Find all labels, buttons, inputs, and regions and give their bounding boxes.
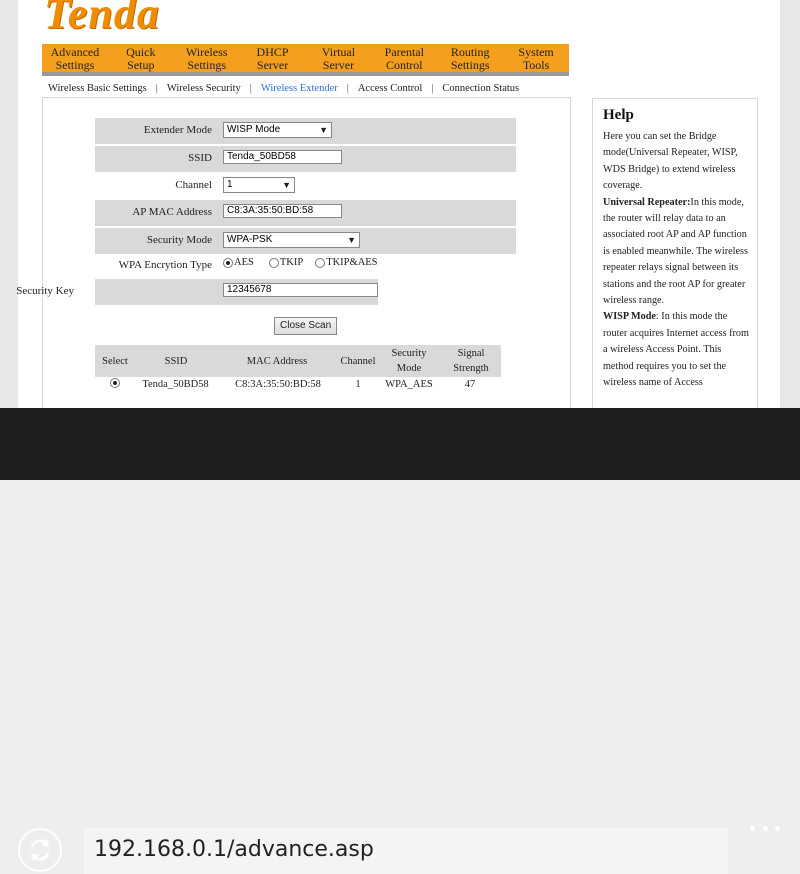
security-key-input[interactable]: 12345678 xyxy=(223,283,378,297)
help-panel: Help Here you can set the Bridge mode(Un… xyxy=(592,98,758,408)
chevron-down-icon: ▼ xyxy=(282,180,291,190)
radio-aes-label: AES xyxy=(234,257,254,268)
subnav-separator: | xyxy=(431,83,434,94)
cell-channel: 1 xyxy=(355,379,361,390)
sub-nav: Wireless Basic Settings | Wireless Securit… xyxy=(48,83,519,94)
subnav-separator: | xyxy=(346,83,349,94)
more-dot xyxy=(775,826,780,831)
extender-mode-select[interactable]: WISP Mode ▼ xyxy=(223,122,332,138)
url-field[interactable]: 192.168.0.1/advance.asp xyxy=(84,828,728,874)
ap-mac-input[interactable]: C8:3A:35:50:BD:58 xyxy=(223,204,342,218)
close-scan-button[interactable]: Close Scan xyxy=(274,317,338,335)
nav-quick-setup[interactable]: Quick Setup xyxy=(108,44,174,72)
ap-mac-row: AP MAC Address C8:3A:35:50:BD:58 xyxy=(95,200,516,226)
ssid-label: SSID xyxy=(188,152,212,164)
more-icon[interactable] xyxy=(750,826,780,838)
th-channel: Channel xyxy=(340,355,376,367)
security-mode-label: Security Mode xyxy=(146,234,212,246)
th-security-mode: Security Mode xyxy=(391,348,427,374)
ssid-input[interactable]: Tenda_50BD58 xyxy=(223,150,342,164)
more-dot xyxy=(750,826,755,831)
cell-mac: C8:3A:35:50:BD:58 xyxy=(235,379,321,390)
help-text: Here you can set the Bridge mode(Univers… xyxy=(603,129,751,392)
browser-page: Tenda Advanced Settings Quick Setup Wire… xyxy=(0,0,800,408)
channel-label: Channel xyxy=(175,179,212,191)
cell-security: WPA_AES xyxy=(385,379,433,390)
help-title: Help xyxy=(603,107,634,123)
tenda-logo: Tenda xyxy=(44,0,160,38)
nav-dhcp-server[interactable]: DHCP Server xyxy=(240,44,306,72)
radio-tkip[interactable] xyxy=(268,257,279,268)
radio-tkip-label: TKIP xyxy=(279,257,304,268)
nav-advanced-settings[interactable]: Advanced Settings xyxy=(42,44,108,72)
refresh-icon[interactable] xyxy=(18,828,62,872)
encryption-row: WPA Encrytion Type AES TKIP TKIP&AES xyxy=(95,253,516,279)
security-key-label: Security Key xyxy=(16,285,74,297)
channel-row: Channel 1 ▼ xyxy=(95,173,516,199)
row-select-radio[interactable] xyxy=(110,378,120,388)
help-repeater-text: In this mode, the router will relay data… xyxy=(603,196,748,307)
channel-select[interactable]: 1 ▼ xyxy=(223,177,295,193)
encryption-radio-group: AES TKIP TKIP&AES xyxy=(223,257,378,268)
security-key-row: Security Key 12345678 xyxy=(16,279,378,305)
th-mac: MAC Address xyxy=(246,355,308,367)
help-wisp-title: WISP Mode xyxy=(603,311,656,323)
url-text: 192.168.0.1/advance.asp xyxy=(94,837,374,862)
nav-wireless-settings[interactable]: Wireless Settings xyxy=(174,44,240,72)
nav-virtual-server[interactable]: Virtual Server xyxy=(306,44,372,72)
extender-mode-label: Extender Mode xyxy=(143,124,212,136)
cell-signal: 47 xyxy=(464,379,476,390)
security-mode-select[interactable]: WPA-PSK ▼ xyxy=(223,232,360,248)
security-mode-row: Security Mode WPA-PSK ▼ xyxy=(95,228,516,254)
radio-tkip-aes[interactable] xyxy=(315,257,326,268)
subnav-connection-status[interactable]: Connection Status xyxy=(442,83,519,94)
subnav-wireless-basic[interactable]: Wireless Basic Settings xyxy=(48,83,147,94)
help-repeater-title: Universal Repeater: xyxy=(603,196,691,208)
nav-system-tools[interactable]: System Tools xyxy=(503,44,569,72)
th-ssid: SSID xyxy=(164,355,188,367)
encryption-label: WPA Encrytion Type xyxy=(118,259,212,271)
help-intro: Here you can set the Bridge mode(Univers… xyxy=(603,131,738,192)
subnav-access-control[interactable]: Access Control xyxy=(358,83,422,94)
subnav-separator: | xyxy=(249,83,252,94)
chevron-down-icon: ▼ xyxy=(347,235,356,245)
radio-aes[interactable] xyxy=(223,257,233,268)
subnav-wireless-extender[interactable]: Wireless Extender xyxy=(261,83,338,94)
chevron-down-icon: ▼ xyxy=(319,125,328,135)
subnav-separator: | xyxy=(155,83,158,94)
radio-tkip-aes-label: TKIP&AES xyxy=(326,257,378,268)
extender-mode-row: Extender Mode WISP Mode ▼ xyxy=(95,118,516,144)
nav-routing-settings[interactable]: Routing Settings xyxy=(437,44,503,72)
ap-mac-label: AP MAC Address xyxy=(132,206,212,218)
browser-address-bar: 192.168.0.1/advance.asp xyxy=(0,408,800,874)
ssid-row: SSID Tenda_50BD58 xyxy=(95,146,516,172)
nav-parental-control[interactable]: Parental Control xyxy=(371,44,437,72)
th-signal: Signal Strength xyxy=(453,348,489,374)
cell-ssid: Tenda_50BD58 xyxy=(142,379,209,390)
more-dot xyxy=(762,826,768,831)
help-wisp-text: : In this mode the router acquires Inter… xyxy=(603,311,749,389)
scan-table-header: Select SSID MAC Address Channel Security… xyxy=(95,345,501,377)
subnav-wireless-security[interactable]: Wireless Security xyxy=(167,83,241,94)
main-nav: Advanced Settings Quick Setup Wireless S… xyxy=(42,44,569,76)
th-select: Select xyxy=(102,355,128,367)
